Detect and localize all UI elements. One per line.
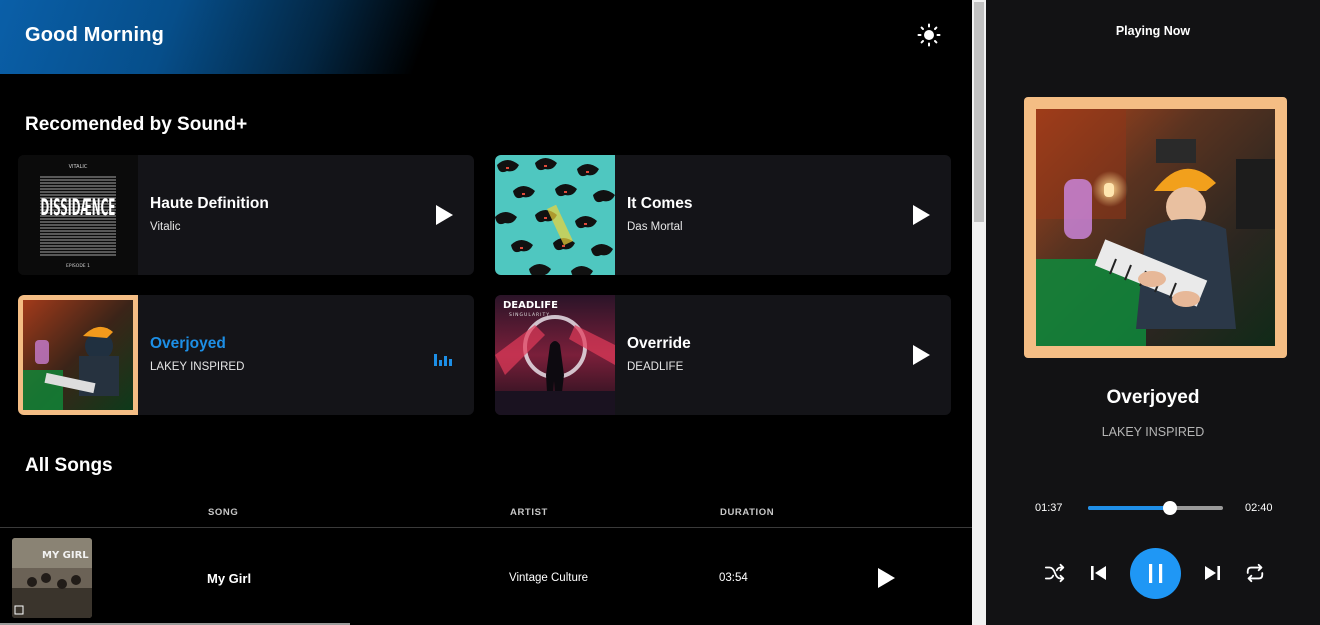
column-header-artist: ARTIST [510,507,548,518]
scrollbar-thumb[interactable] [974,2,984,222]
cover-label: MY GIRL [42,550,89,561]
overjoyed-cover-art [23,300,133,410]
my-girl-cover-art: MY GIRL [12,538,92,618]
repeat-icon[interactable] [1244,563,1266,583]
album-cover [495,155,615,275]
progress-slider[interactable] [1088,501,1223,515]
it-comes-cover-art [495,155,615,275]
cover-label-top: DEADLIFE [503,300,558,311]
card-title: Overjoyed [150,335,226,352]
now-playing-cover [1024,97,1287,358]
song-artist: Vintage Culture [509,572,589,584]
total-time: 02:40 [1245,502,1273,514]
album-cover: DEADLIFE SINGULARITY [495,295,615,415]
now-playing-title: Overjoyed [1106,387,1200,408]
column-header-song: SONG [208,507,239,518]
card-title: Haute Definition [150,195,269,212]
song-title: My Girl [207,571,252,586]
recommended-card-haute-definition[interactable]: VITALIC DISSIDÆNCE EPISODE 1 Haute Defin… [18,155,474,275]
main-content: Good Morning Recomended by Sound+ VITALI… [0,0,972,625]
song-duration: 03:54 [719,572,748,584]
cover-label-sub: SINGULARITY [509,312,550,318]
recommended-card-it-comes[interactable]: It Comes Das Mortal [495,155,951,275]
vertical-scrollbar[interactable] [972,0,986,625]
greeting-title: Good Morning [25,24,165,46]
cover-label-main: DISSIDÆNCE [41,196,116,222]
recommended-title: Recomended by Sound+ [25,114,248,135]
table-row[interactable]: MY GIRL My Girl Vintage Culture 03:54 [0,528,972,625]
overjoyed-cover-art-large [1036,109,1275,346]
card-title: It Comes [627,195,693,212]
album-cover [1036,109,1275,346]
pause-icon [1149,564,1163,583]
panel-heading: Playing Now [1115,24,1191,38]
album-cover [18,295,138,415]
equalizer-icon [434,354,452,366]
card-artist: LAKEY INSPIRED [150,361,245,373]
shuffle-icon[interactable] [1044,562,1066,584]
card-artist: Das Mortal [627,221,683,233]
card-artist: DEADLIFE [627,361,684,373]
column-header-duration: DURATION [720,507,775,518]
previous-track-icon[interactable] [1090,564,1108,582]
pause-button[interactable] [1130,548,1181,599]
play-icon[interactable] [876,567,896,589]
recommended-card-overjoyed[interactable]: Overjoyed LAKEY INSPIRED [18,295,474,415]
sun-icon[interactable] [917,23,941,47]
now-playing-artist: LAKEY INSPIRED [1101,425,1205,439]
now-playing-panel: Playing Now Overjoyed LAKEY INSPIRED 01:… [986,0,1320,625]
deadlife-cover-art: DEADLIFE SINGULARITY [495,295,615,415]
recommended-card-override[interactable]: DEADLIFE SINGULARITY Override DEADLIFE [495,295,951,415]
progress-fill [1088,506,1170,510]
cover-label-bottom: EPISODE 1 [66,263,90,269]
progress-knob[interactable] [1162,501,1177,515]
elapsed-time: 01:37 [1035,502,1063,514]
card-artist: Vitalic [150,221,181,233]
next-track-icon[interactable] [1203,564,1221,582]
play-icon[interactable] [911,204,931,226]
all-songs-title: All Songs [25,455,113,476]
album-cover: MY GIRL [12,538,92,618]
album-cover: VITALIC DISSIDÆNCE EPISODE 1 [18,155,138,275]
header: Good Morning [0,0,972,74]
play-icon[interactable] [911,344,931,366]
cover-label-top: VITALIC [69,164,88,170]
play-icon[interactable] [434,204,454,226]
dissidence-cover-art: VITALIC DISSIDÆNCE EPISODE 1 [18,155,138,275]
card-title: Override [627,335,691,352]
